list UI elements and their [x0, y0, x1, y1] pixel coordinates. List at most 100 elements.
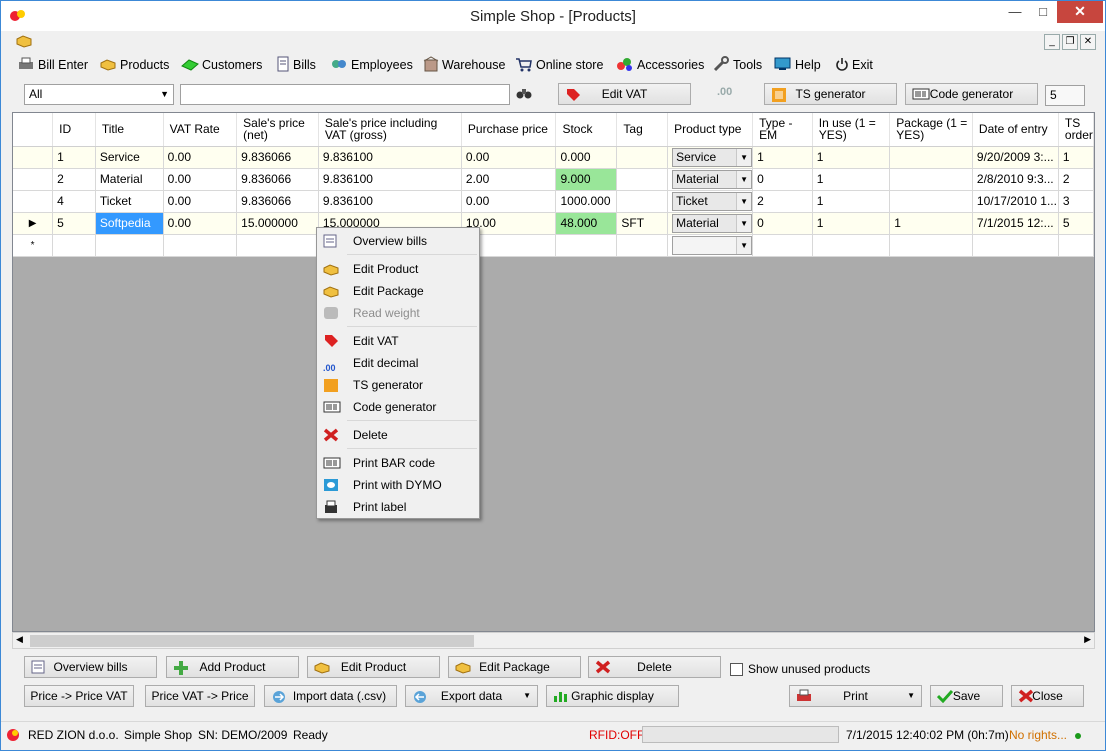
cell-gross[interactable]: 9.836100 — [318, 190, 462, 213]
column-header[interactable]: Title — [95, 113, 164, 147]
binoculars-search-icon[interactable] — [516, 86, 532, 100]
graphic-display-button[interactable]: Graphic display — [546, 685, 679, 707]
overview-bills-button[interactable]: Overview bills — [24, 656, 157, 678]
product-type-combo[interactable]: Material ▼ — [672, 213, 752, 233]
column-header[interactable]: Purchase price — [461, 113, 557, 147]
code-generator-button[interactable]: Code generator — [905, 83, 1038, 105]
cell-vat[interactable]: 0.00 — [163, 146, 238, 169]
table-row-selected[interactable]: ▶ 5 Softpedia 0.00 15.000000 15.000000 1… — [13, 212, 1094, 235]
cell-ts-order[interactable]: 5 — [1058, 212, 1094, 235]
column-header[interactable]: Sale's price including VAT (gross) — [318, 113, 462, 147]
cell-stock[interactable]: 9.000 — [555, 168, 618, 191]
cell-stock[interactable]: 0.000 — [555, 146, 618, 169]
menu-warehouse[interactable]: Warehouse — [423, 56, 505, 74]
new-row-indicator[interactable]: * — [13, 234, 54, 257]
ctx-overview-bills[interactable]: Overview bills — [319, 230, 477, 252]
close-button[interactable]: Close — [1011, 685, 1084, 707]
add-product-button[interactable]: Add Product — [166, 656, 299, 678]
mdi-restore-button[interactable]: ❐ — [1062, 34, 1078, 50]
cell-vat[interactable]: 0.00 — [163, 168, 238, 191]
cell-title-selected[interactable]: Softpedia — [95, 212, 164, 235]
menu-tools[interactable]: Tools — [712, 56, 762, 74]
cell-vat[interactable]: 0.00 — [163, 212, 238, 235]
cell-in-use[interactable]: 1 — [812, 212, 891, 235]
cell-product-type[interactable]: Material ▼ — [667, 212, 754, 235]
cell-tag[interactable] — [616, 190, 669, 213]
mdi-minimize-button[interactable]: _ — [1044, 34, 1060, 50]
cell-id[interactable]: 4 — [52, 190, 96, 213]
row-header[interactable] — [13, 190, 54, 213]
price-to-vat-button[interactable]: Price -> Price VAT — [24, 685, 134, 707]
cell-net[interactable]: 15.000000 — [236, 212, 319, 235]
table-row[interactable]: 1 Service 0.00 9.836066 9.836100 0.00 0.… — [13, 146, 1094, 169]
cell-date[interactable]: 10/17/2010 1... — [972, 190, 1059, 213]
cell-in-use[interactable]: 1 — [812, 146, 891, 169]
scroll-right-icon[interactable]: ▶ — [1084, 634, 1091, 645]
edit-product-button[interactable]: Edit Product — [307, 656, 440, 678]
cell-package[interactable] — [889, 146, 973, 169]
row-header[interactable] — [13, 168, 54, 191]
cell-type-em[interactable]: 1 — [752, 146, 813, 169]
cell-gross[interactable]: 9.836100 — [318, 146, 462, 169]
column-header[interactable]: Sale's price (net) — [236, 113, 319, 147]
cell-id[interactable]: 1 — [52, 146, 96, 169]
ctx-print-label[interactable]: Print label — [319, 496, 477, 518]
cell-net[interactable]: 9.836066 — [236, 168, 319, 191]
cell-vat[interactable]: 0.00 — [163, 190, 238, 213]
cell-title[interactable]: Ticket — [95, 190, 164, 213]
menu-bill-enter[interactable]: Bill Enter — [17, 56, 88, 74]
import-data-button[interactable]: Import data (.csv) — [264, 685, 397, 707]
table-row[interactable]: 2 Material 0.00 9.836066 9.836100 2.00 9… — [13, 168, 1094, 191]
column-header[interactable]: TS order — [1058, 113, 1094, 147]
cell-purchase[interactable]: 0.00 — [461, 190, 557, 213]
cell-id[interactable]: 2 — [52, 168, 96, 191]
row-header[interactable] — [13, 146, 54, 169]
ctx-delete[interactable]: Delete — [319, 424, 477, 446]
cell-product-type[interactable]: Material ▼ — [667, 168, 754, 191]
cell-package[interactable] — [889, 190, 973, 213]
cell-title[interactable]: Material — [95, 168, 164, 191]
menu-customers[interactable]: Customers — [181, 56, 262, 74]
delete-button[interactable]: Delete — [588, 656, 721, 678]
cell-tag[interactable] — [616, 146, 669, 169]
cell-ts-order[interactable]: 2 — [1058, 168, 1094, 191]
cell-tag[interactable]: SFT — [616, 212, 669, 235]
cell-empty[interactable] — [889, 234, 973, 257]
ctx-ts-generator[interactable]: TS generator — [319, 374, 477, 396]
cell-package[interactable] — [889, 168, 973, 191]
ctx-edit-decimal[interactable]: .00 Edit decimal — [319, 352, 477, 374]
cell-empty[interactable] — [555, 234, 618, 257]
cell-package[interactable]: 1 — [889, 212, 973, 235]
cell-product-type[interactable]: Ticket ▼ — [667, 190, 754, 213]
column-header[interactable]: Stock — [555, 113, 618, 147]
cell-date[interactable]: 7/1/2015 12:... — [972, 212, 1059, 235]
scrollbar-thumb[interactable] — [30, 635, 474, 647]
minimize-button[interactable]: — — [1001, 1, 1029, 23]
menu-bills[interactable]: Bills — [276, 56, 316, 74]
ctx-edit-product[interactable]: Edit Product — [319, 258, 477, 280]
cell-title[interactable]: Service — [95, 146, 164, 169]
cell-empty[interactable] — [616, 234, 669, 257]
cell-in-use[interactable]: 1 — [812, 190, 891, 213]
cell-product-type[interactable]: Service ▼ — [667, 146, 754, 169]
cell-empty[interactable] — [95, 234, 164, 257]
cell-in-use[interactable]: 1 — [812, 168, 891, 191]
cell-type-em[interactable]: 0 — [752, 212, 813, 235]
ctx-code-generator[interactable]: Code generator — [319, 396, 477, 418]
cell-id[interactable]: 5 — [52, 212, 96, 235]
menu-exit[interactable]: Exit — [835, 56, 873, 74]
menu-employees[interactable]: Employees — [330, 56, 413, 74]
cell-empty[interactable] — [1058, 234, 1094, 257]
cell-date[interactable]: 2/8/2010 9:3... — [972, 168, 1059, 191]
ts-generator-button[interactable]: TS generator — [764, 83, 897, 105]
cell-ts-order[interactable]: 1 — [1058, 146, 1094, 169]
ctx-print-dymo[interactable]: Print with DYMO — [319, 474, 477, 496]
table-new-row[interactable]: * ▼ — [13, 234, 1094, 257]
export-data-button[interactable]: Export data ▼ — [405, 685, 538, 707]
ctx-edit-package[interactable]: Edit Package — [319, 280, 477, 302]
current-row-indicator[interactable]: ▶ — [13, 212, 54, 235]
product-type-combo[interactable]: ▼ — [672, 235, 752, 255]
column-header[interactable]: VAT Rate — [163, 113, 238, 147]
menu-products[interactable]: Products — [99, 56, 169, 74]
ctx-print-bar-code[interactable]: Print BAR code — [319, 452, 477, 474]
